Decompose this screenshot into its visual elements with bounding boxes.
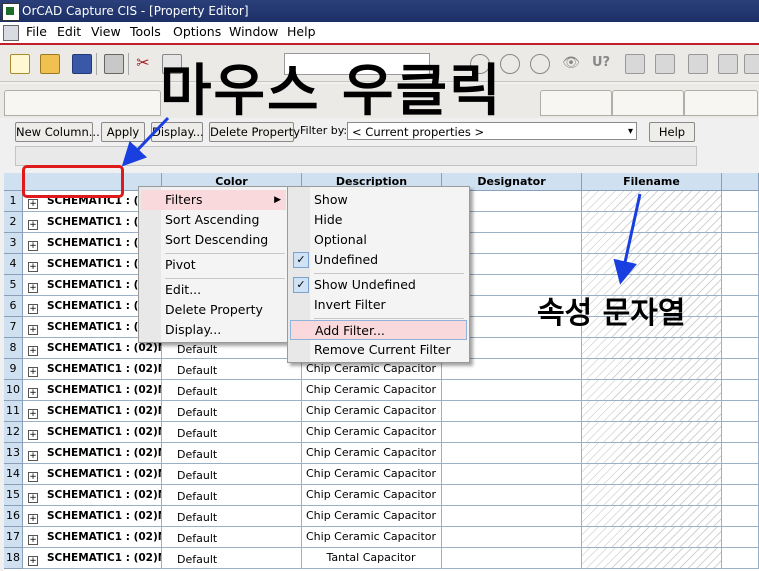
arrow-to-header (121, 116, 170, 167)
arrow-to-filename (613, 193, 642, 285)
annotation-arrows (121, 116, 642, 285)
